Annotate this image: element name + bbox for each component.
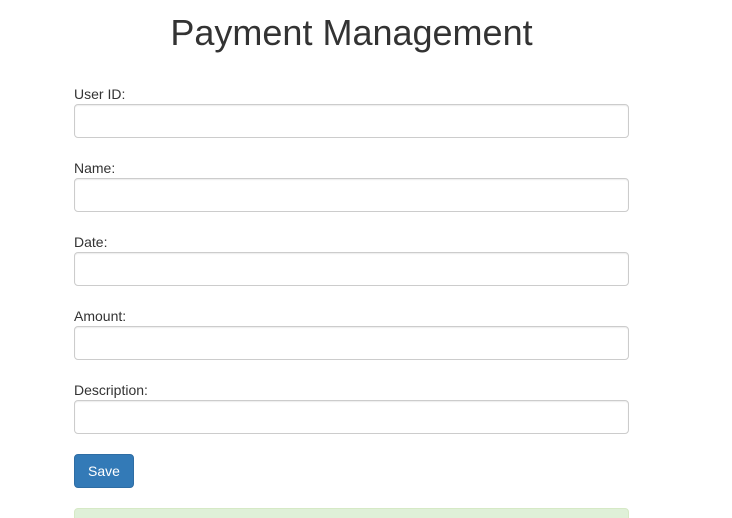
name-input[interactable]: [74, 178, 629, 212]
amount-field-group: Amount:: [74, 308, 629, 360]
payment-management-page: Payment Management User ID: Name: Date: …: [0, 0, 732, 518]
date-field-group: Date:: [74, 234, 629, 286]
name-label: Name:: [74, 160, 116, 176]
amount-label: Amount:: [74, 308, 127, 324]
save-button[interactable]: Save: [74, 454, 134, 488]
user-id-label: User ID:: [74, 86, 126, 102]
name-field-group: Name:: [74, 160, 629, 212]
date-label: Date:: [74, 234, 108, 250]
description-label: Description:: [74, 382, 148, 398]
description-input[interactable]: [74, 400, 629, 434]
user-id-field-group: User ID:: [74, 86, 629, 138]
amount-input[interactable]: [74, 326, 629, 360]
description-field-group: Description:: [74, 382, 629, 434]
success-alert: [74, 508, 629, 518]
date-input[interactable]: [74, 252, 629, 286]
page-title: Payment Management: [170, 12, 533, 53]
user-id-input[interactable]: [74, 104, 629, 138]
